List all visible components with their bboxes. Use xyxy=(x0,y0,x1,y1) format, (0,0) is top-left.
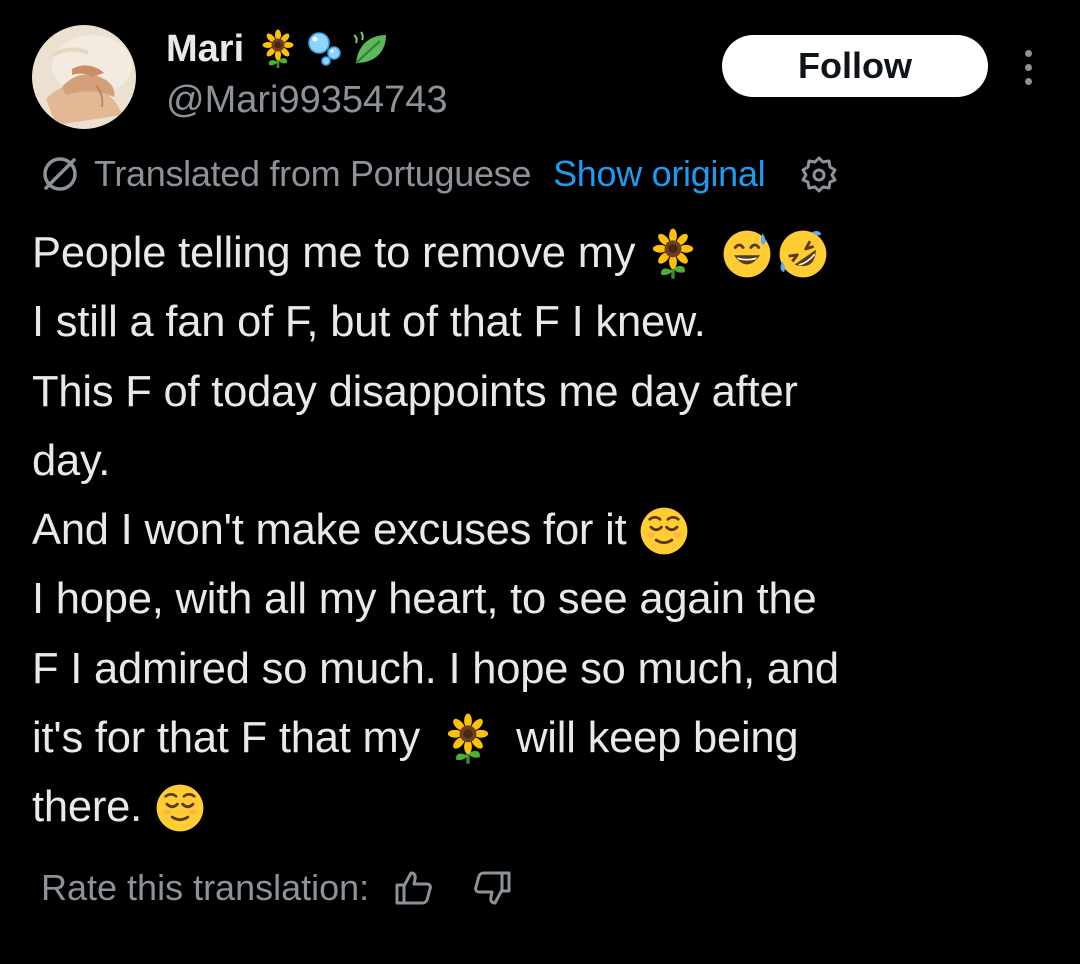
tweet-line: And I won't make excuses for it xyxy=(32,496,1052,565)
more-vertical-icon[interactable] xyxy=(1014,44,1042,90)
sweat-smile-emoji-icon xyxy=(721,228,773,280)
user-handle[interactable]: @Mari99354743 xyxy=(166,79,448,122)
follow-button[interactable]: Follow xyxy=(722,35,988,97)
rate-translation-label: Rate this translation: xyxy=(41,867,370,908)
sunflower-emoji-icon xyxy=(442,713,494,765)
tweet-line: it's for that F that my will keep being xyxy=(32,704,1052,773)
tweet-line: I hope, with all my heart, to see again … xyxy=(32,575,817,624)
display-name-emojis xyxy=(258,29,390,69)
display-name-text: Mari xyxy=(166,27,245,70)
tweet-line: day. xyxy=(32,436,111,485)
thumbs-down-icon[interactable] xyxy=(469,865,515,911)
relieved-emoji-icon xyxy=(638,505,690,557)
rofl-emoji-icon xyxy=(777,228,829,280)
translate-globe-icon xyxy=(38,152,82,196)
display-name[interactable]: Mari xyxy=(166,24,390,74)
relieved-emoji-icon xyxy=(154,782,206,834)
tweet-line: I still a fan of F, but of that F I knew… xyxy=(32,298,706,347)
leaf-emoji-icon xyxy=(350,29,390,69)
tweet-line: F I admired so much. I hope so much, and xyxy=(32,644,839,693)
bubbles-emoji-icon xyxy=(304,29,344,69)
thumbs-up-icon[interactable] xyxy=(391,865,437,911)
translation-bar: Translated from Portuguese Show original xyxy=(38,150,839,198)
translated-from-label: Translated from Portuguese xyxy=(94,153,532,194)
gear-icon[interactable] xyxy=(799,154,839,194)
tweet-line: People telling me to remove my xyxy=(32,219,1052,288)
rate-translation: Rate this translation: xyxy=(41,862,515,914)
avatar[interactable] xyxy=(32,25,136,129)
tweet-text: People telling me to remove my I still a… xyxy=(32,219,1052,843)
show-original-link[interactable]: Show original xyxy=(553,153,766,195)
tweet-line: there. xyxy=(32,773,1052,842)
sunflower-emoji-icon xyxy=(647,228,699,280)
sunflower-emoji-icon xyxy=(258,29,298,69)
tweet-line: This F of today disappoints me day after xyxy=(32,367,798,416)
